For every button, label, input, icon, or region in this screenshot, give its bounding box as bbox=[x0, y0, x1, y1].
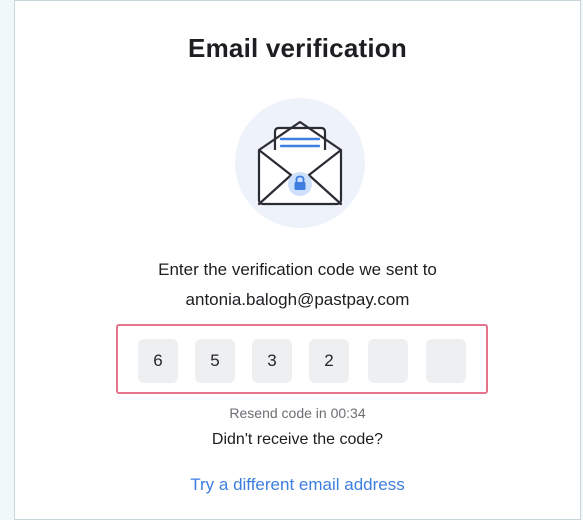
code-digit-1[interactable]: 6 bbox=[138, 339, 178, 383]
code-digit-3[interactable]: 3 bbox=[252, 339, 292, 383]
code-digit-6[interactable] bbox=[426, 339, 466, 383]
code-digit-4[interactable]: 2 bbox=[309, 339, 349, 383]
verification-card: Email verification Enter the verificatio… bbox=[14, 0, 581, 520]
different-email-link[interactable]: Try a different email address bbox=[15, 475, 580, 495]
resend-countdown: Resend code in 00:34 bbox=[229, 405, 366, 421]
code-digit-2[interactable]: 5 bbox=[195, 339, 235, 383]
page-title: Email verification bbox=[188, 33, 407, 63]
instruction-text: Enter the verification code we sent to a… bbox=[15, 255, 580, 315]
email-address: antonia.balogh@pastpay.com bbox=[185, 290, 410, 309]
envelope-lock-icon bbox=[257, 120, 343, 206]
code-digit-5[interactable] bbox=[368, 339, 408, 383]
not-received-text: Didn't receive the code? bbox=[211, 431, 384, 448]
instruction-line: Enter the verification code we sent to bbox=[158, 260, 437, 279]
envelope-illustration bbox=[235, 98, 365, 228]
verification-code-group: 6 5 3 2 bbox=[116, 324, 488, 394]
